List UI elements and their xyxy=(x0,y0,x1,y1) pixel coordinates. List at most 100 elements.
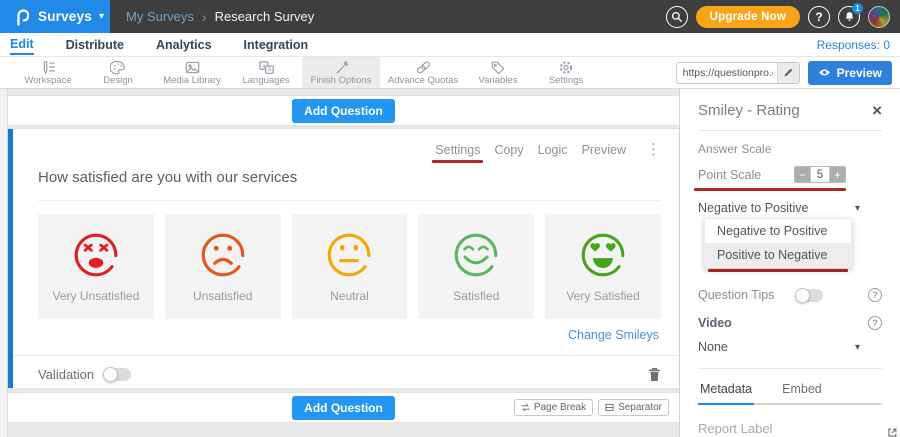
delete-question-trash-icon[interactable] xyxy=(648,367,661,382)
tab-metadata[interactable]: Metadata xyxy=(698,382,754,405)
smiley-option-satisfied[interactable]: Satisfied xyxy=(418,214,534,319)
questionpro-logo-icon xyxy=(14,8,29,26)
chevron-down-icon: ▾ xyxy=(855,203,860,214)
report-label-row xyxy=(698,419,882,437)
report-label-input[interactable] xyxy=(698,419,874,437)
preview-button[interactable]: Preview xyxy=(808,61,892,85)
survey-url-input[interactable] xyxy=(677,67,777,79)
tab-analytics[interactable]: Analytics xyxy=(156,35,212,54)
toolbar-design[interactable]: Design xyxy=(82,57,154,88)
video-select-value: None xyxy=(698,340,728,354)
survey-nav: Edit Distribute Analytics Integration Re… xyxy=(0,33,900,57)
close-icon[interactable]: × xyxy=(872,102,882,119)
editor-left-gutter xyxy=(0,89,8,437)
scale-direction-select[interactable]: Negative to Positive ▾ xyxy=(698,201,882,215)
separator-button[interactable]: Separator xyxy=(598,399,669,416)
video-help-icon[interactable]: ? xyxy=(868,316,882,330)
responses-count[interactable]: Responses: 0 xyxy=(817,38,890,52)
help-icon[interactable]: ? xyxy=(808,6,830,28)
upgrade-now-button[interactable]: Upgrade Now xyxy=(696,6,800,28)
question-settings-panel: Smiley - Rating × Answer Scale Point Sca… xyxy=(680,89,900,437)
survey-url-box xyxy=(676,62,800,84)
question-tab-logic[interactable]: Logic xyxy=(538,143,568,157)
question-tab-preview[interactable]: Preview xyxy=(582,143,626,157)
workspace-icon xyxy=(40,60,57,75)
video-label: Video xyxy=(698,316,732,330)
panel-title: Smiley - Rating xyxy=(698,102,800,119)
option-positive-to-negative[interactable]: Positive to Negative xyxy=(705,243,851,267)
question-title: How satisfied are you with our services xyxy=(38,169,297,186)
toolbar-advance-quotas[interactable]: Advance Quotas xyxy=(380,57,466,88)
metadata-tabs: Metadata Embed xyxy=(698,378,882,405)
point-scale-stepper: − 5 + xyxy=(794,166,846,183)
gear-icon xyxy=(558,60,574,75)
smiley-unsatisfied-icon xyxy=(198,230,248,280)
notification-badge: 1 xyxy=(852,3,863,14)
smiley-option-very-unsatisfied[interactable]: Very Unsatisfied xyxy=(38,214,154,319)
smiley-option-very-satisfied[interactable]: Very Satisfied xyxy=(545,214,661,319)
question-tab-copy[interactable]: Copy xyxy=(494,143,523,157)
toolbar-languages[interactable]: aA Languages xyxy=(230,57,302,88)
add-question-button-top[interactable]: Add Question xyxy=(292,99,395,123)
image-icon xyxy=(184,60,201,75)
point-scale-row: Point Scale − 5 + xyxy=(698,166,882,183)
question-card[interactable]: Settings Copy Logic Preview ⋮ How satisf… xyxy=(8,129,679,388)
toolbar-workspace[interactable]: Workspace xyxy=(14,57,82,88)
question-menu: Settings Copy Logic Preview ⋮ xyxy=(13,129,679,157)
option-negative-to-positive[interactable]: Negative to Positive xyxy=(705,219,851,243)
toolbar-finish-options[interactable]: Finish Options xyxy=(302,57,380,88)
question-title-field[interactable]: How satisfied are you with our services xyxy=(38,169,661,201)
page-break-icon xyxy=(521,403,530,412)
question-tips-help-icon[interactable]: ? xyxy=(868,288,882,302)
smiley-option-neutral[interactable]: Neutral xyxy=(292,214,408,319)
magic-wand-icon xyxy=(333,60,349,75)
increment-button[interactable]: + xyxy=(830,167,845,182)
tab-embed[interactable]: Embed xyxy=(780,382,824,405)
smiley-option-unsatisfied[interactable]: Unsatisfied xyxy=(165,214,281,319)
edit-toolbar: Workspace Design Media Library aA Langua… xyxy=(0,57,900,89)
breadcrumb: My Surveys › Research Survey xyxy=(110,0,314,33)
chevron-down-icon: ▾ xyxy=(855,342,860,353)
toolbar-variables[interactable]: Variables xyxy=(466,57,530,88)
tag-icon xyxy=(490,60,506,75)
breadcrumb-separator: › xyxy=(202,9,207,25)
tab-distribute[interactable]: Distribute xyxy=(66,35,124,54)
annotation-underline-positive-to-negative xyxy=(708,269,848,272)
panel-divider xyxy=(698,368,882,369)
top-bar: Surveys ▾ My Surveys › Research Survey U… xyxy=(0,0,900,33)
expand-icon[interactable] xyxy=(886,426,899,437)
user-avatar[interactable] xyxy=(868,6,890,28)
panel-divider xyxy=(698,130,882,131)
tab-edit[interactable]: Edit xyxy=(10,34,34,55)
question-footer: Validation xyxy=(13,355,679,382)
decrement-button[interactable]: − xyxy=(795,167,810,182)
point-scale-value[interactable]: 5 xyxy=(810,167,830,182)
change-smileys-link[interactable]: Change Smileys xyxy=(568,328,659,342)
question-tips-row: Question Tips ? xyxy=(698,288,882,302)
add-question-bar-bottom: Add Question Page Break Separator xyxy=(8,392,679,423)
validation-toggle[interactable] xyxy=(104,368,131,381)
page-break-button[interactable]: Page Break xyxy=(514,399,593,416)
toolbar-media-library[interactable]: Media Library xyxy=(154,57,230,88)
more-options-icon[interactable]: ⋮ xyxy=(646,142,661,157)
tab-integration[interactable]: Integration xyxy=(244,35,309,54)
search-icon[interactable] xyxy=(666,6,688,28)
breadcrumb-my-surveys[interactable]: My Surveys xyxy=(126,9,194,24)
toolbar-settings[interactable]: Settings xyxy=(530,57,602,88)
add-question-bar-top: Add Question xyxy=(8,95,679,126)
chevron-down-icon: ▾ xyxy=(99,11,104,22)
video-select[interactable]: None ▾ xyxy=(698,340,882,354)
question-tips-toggle[interactable] xyxy=(796,289,823,302)
edit-url-pencil-icon[interactable] xyxy=(777,63,799,83)
product-menu-label: Surveys xyxy=(38,9,92,24)
question-tab-settings[interactable]: Settings xyxy=(435,143,480,157)
add-question-button-bottom[interactable]: Add Question xyxy=(292,396,395,420)
smiley-very-unsatisfied-icon xyxy=(71,230,121,280)
video-row: Video ? xyxy=(698,316,882,330)
question-tips-label: Question Tips xyxy=(698,288,774,302)
scale-direction-value: Negative to Positive xyxy=(698,201,808,215)
product-menu[interactable]: Surveys ▾ xyxy=(0,0,110,33)
notifications-bell-icon[interactable]: 1 xyxy=(838,6,860,28)
annotation-underline-point-scale xyxy=(694,188,846,191)
validation-label: Validation xyxy=(38,367,94,382)
